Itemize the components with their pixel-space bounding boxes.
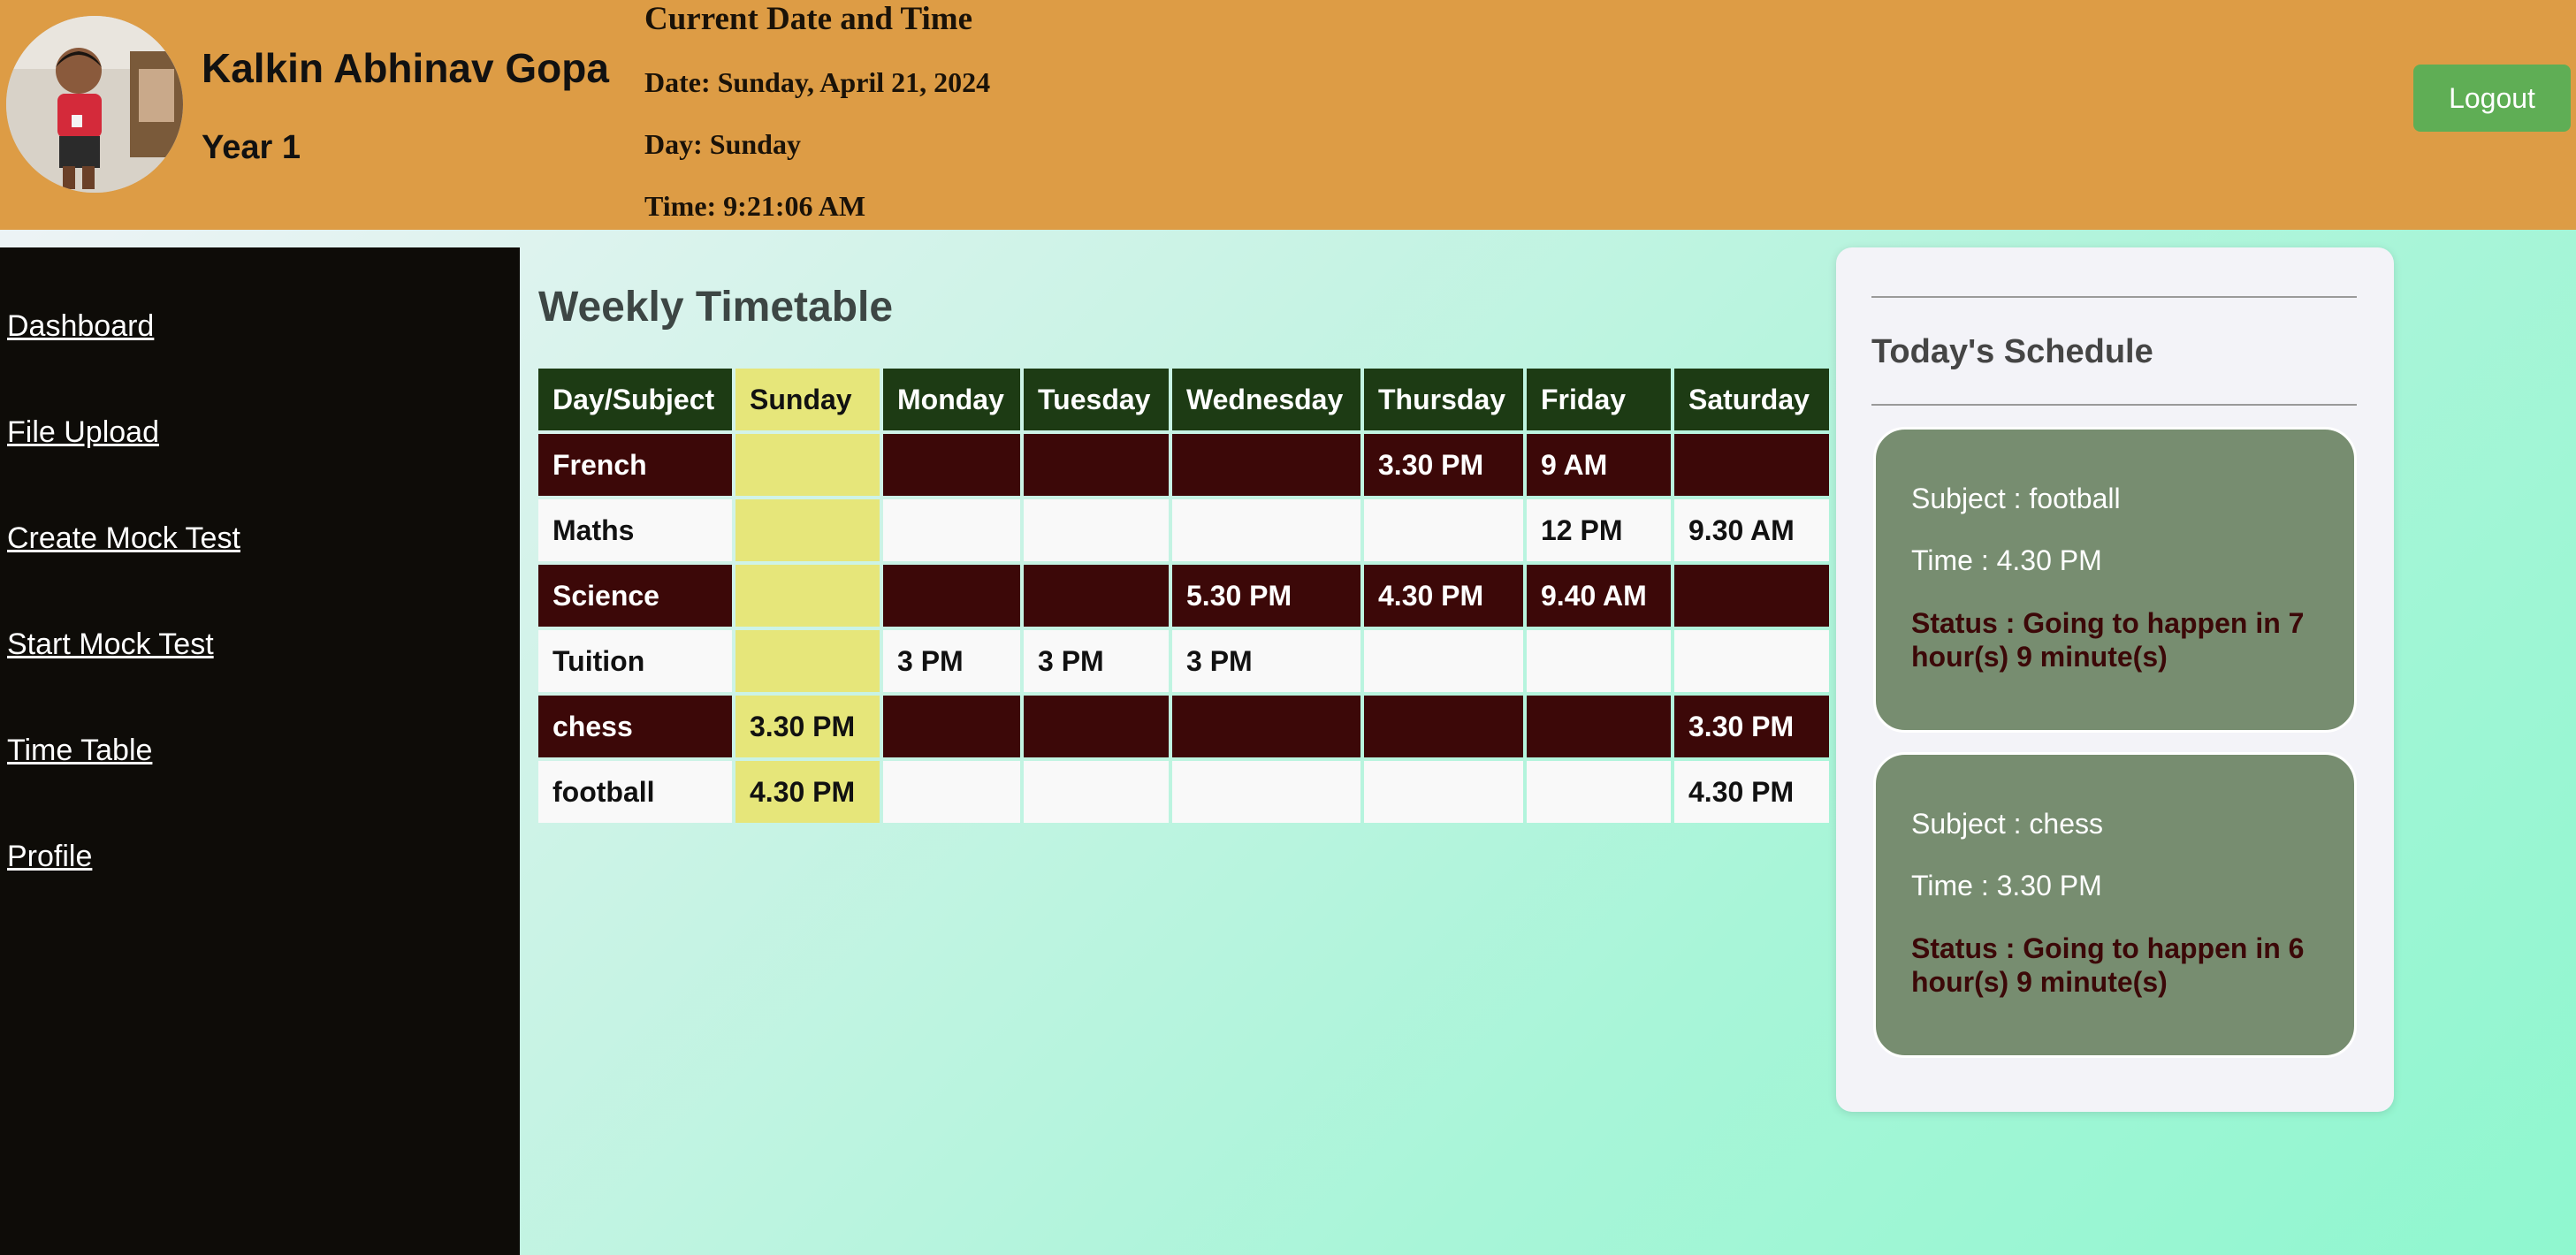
table-cell [735, 565, 880, 627]
current-time: Time: 9:21:06 AM [644, 190, 866, 222]
table-cell [1674, 434, 1829, 496]
card-subject: Subject : chess [1911, 808, 2103, 840]
table-cell [1364, 761, 1523, 823]
avatar [6, 16, 183, 193]
table-cell [1364, 499, 1523, 561]
table-header-row: Day/Subject Sunday Monday Tuesday Wednes… [538, 369, 1829, 430]
table-cell [1364, 696, 1523, 757]
sidebar-item-file-upload[interactable]: File Upload [7, 415, 159, 450]
table-cell: 12 PM [1527, 499, 1671, 561]
top-header: Kalkin Abhinav Gopa Year 1 Current Date … [0, 0, 2576, 230]
table-cell: 3 PM [883, 630, 1020, 692]
table-cell [1024, 761, 1169, 823]
table-cell [1527, 696, 1671, 757]
schedule-card: Subject : chess Time : 3.30 PM Status : … [1873, 752, 2357, 1058]
table-cell [1172, 761, 1360, 823]
weekly-timetable: Day/Subject Sunday Monday Tuesday Wednes… [535, 365, 1833, 826]
schedule-title: Today's Schedule [1871, 333, 2153, 370]
table-cell [1674, 630, 1829, 692]
table-cell [1024, 565, 1169, 627]
table-row: football 4.30 PM 4.30 PM [538, 761, 1829, 823]
table-row: French 3.30 PM 9 AM [538, 434, 1829, 496]
table-cell: 4.30 PM [1364, 565, 1523, 627]
page-title: Weekly Timetable [538, 284, 894, 331]
current-day: Day: Sunday [644, 128, 801, 160]
table-cell [883, 499, 1020, 561]
subject-cell: football [538, 761, 732, 823]
table-row: Science 5.30 PM 4.30 PM 9.40 AM [538, 565, 1829, 627]
student-name: Kalkin Abhinav Gopa [202, 45, 609, 91]
card-time: Time : 4.30 PM [1911, 544, 2102, 576]
table-cell [1527, 630, 1671, 692]
column-header: Monday [883, 369, 1020, 430]
table-cell [1024, 434, 1169, 496]
current-date: Date: Sunday, April 21, 2024 [644, 66, 991, 98]
sidebar-item-create-mock-test[interactable]: Create Mock Test [7, 521, 240, 556]
column-header: Thursday [1364, 369, 1523, 430]
student-photo [6, 16, 183, 193]
subject-cell: Tuition [538, 630, 732, 692]
table-row: chess 3.30 PM 3.30 PM [538, 696, 1829, 757]
sidebar: Dashboard File Upload Create Mock Test S… [0, 247, 520, 1255]
logout-button[interactable]: Logout [2413, 65, 2571, 132]
todays-schedule-panel: Today's Schedule Subject : football Time… [1836, 247, 2394, 1112]
table-cell: 4.30 PM [1674, 761, 1829, 823]
column-header: Sunday [735, 369, 880, 430]
table-cell: 4.30 PM [735, 761, 880, 823]
card-status: Status : Going to happen in 6 hour(s) 9 … [1911, 932, 2305, 998]
card-status: Status : Going to happen in 7 hour(s) 9 … [1911, 607, 2305, 673]
table-cell: 9 AM [1527, 434, 1671, 496]
table-cell: 3 PM [1172, 630, 1360, 692]
table-cell [1674, 565, 1829, 627]
table-cell: 5.30 PM [1172, 565, 1360, 627]
table-cell [883, 761, 1020, 823]
divider [1871, 404, 2357, 406]
subject-cell: Maths [538, 499, 732, 561]
student-year: Year 1 [202, 129, 301, 166]
table-cell [735, 630, 880, 692]
table-cell [1172, 434, 1360, 496]
table-row: Tuition 3 PM 3 PM 3 PM [538, 630, 1829, 692]
table-cell [1364, 630, 1523, 692]
table-cell [735, 434, 880, 496]
table-cell: 3.30 PM [1364, 434, 1523, 496]
table-cell [883, 565, 1020, 627]
column-header: Day/Subject [538, 369, 732, 430]
divider [1871, 296, 2357, 298]
sidebar-item-profile[interactable]: Profile [7, 840, 92, 874]
card-subject: Subject : football [1911, 483, 2121, 514]
column-header: Friday [1527, 369, 1671, 430]
subject-cell: French [538, 434, 732, 496]
schedule-card: Subject : football Time : 4.30 PM Status… [1873, 427, 2357, 733]
table-cell [1172, 696, 1360, 757]
table-cell [1024, 696, 1169, 757]
table-cell [883, 696, 1020, 757]
table-cell: 3 PM [1024, 630, 1169, 692]
column-header: Wednesday [1172, 369, 1360, 430]
table-row: Maths 12 PM 9.30 AM [538, 499, 1829, 561]
table-cell [735, 499, 880, 561]
table-cell: 3.30 PM [735, 696, 880, 757]
table-cell [1172, 499, 1360, 561]
table-cell [883, 434, 1020, 496]
sidebar-item-time-table[interactable]: Time Table [7, 734, 152, 768]
column-header: Saturday [1674, 369, 1829, 430]
table-cell [1024, 499, 1169, 561]
table-cell: 9.40 AM [1527, 565, 1671, 627]
table-cell: 3.30 PM [1674, 696, 1829, 757]
column-header: Tuesday [1024, 369, 1169, 430]
sidebar-item-start-mock-test[interactable]: Start Mock Test [7, 628, 214, 662]
card-time: Time : 3.30 PM [1911, 870, 2102, 901]
subject-cell: chess [538, 696, 732, 757]
subject-cell: Science [538, 565, 732, 627]
table-cell [1527, 761, 1671, 823]
datetime-title: Current Date and Time [644, 1, 973, 37]
sidebar-item-dashboard[interactable]: Dashboard [7, 309, 154, 344]
table-cell: 9.30 AM [1674, 499, 1829, 561]
